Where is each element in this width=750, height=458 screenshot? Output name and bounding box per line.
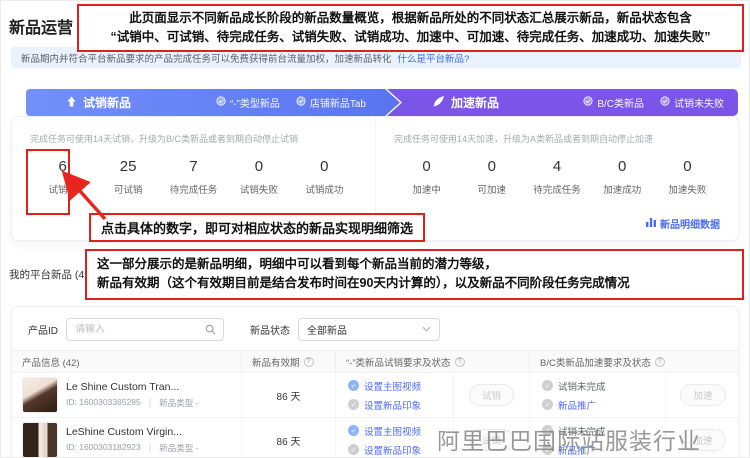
product-thumbnail (22, 422, 58, 458)
stats-annotation-box: 点击具体的数字，即可对相应状态的新品实现明细筛选 (89, 213, 425, 242)
arrow-up-launch-icon (66, 96, 77, 110)
my-platform-products-title: 我的平台新品 (42) (9, 267, 94, 282)
check-icon (348, 444, 359, 455)
product-id: ID: 1600303385285 (66, 397, 141, 409)
table-row: Le Shine Custom Tran... ID: 160030338528… (12, 373, 738, 418)
task-trial-incomplete: 试销未完成 (558, 379, 606, 393)
status-select[interactable]: 全部新品 (298, 318, 440, 341)
tab-accelerate-label: 加速新品 (451, 94, 499, 111)
check-icon (542, 380, 553, 391)
product-id-input[interactable] (75, 324, 199, 335)
stat-accel-failed[interactable]: 0加速失败 (655, 158, 720, 196)
col-validity: 新品有效期 (242, 351, 336, 372)
product-id: ID: 1600303182923 (66, 442, 141, 454)
filter-bar: 产品ID 新品状态 全部新品 (12, 307, 738, 350)
product-name[interactable]: LeShine Custom Virgin... (66, 426, 198, 438)
status-filter-label: 新品状态 (250, 322, 290, 337)
page-title: 新品运营 (9, 14, 73, 38)
stat-trial-failed[interactable]: 0试销失败 (226, 158, 291, 196)
stat-accel-in-progress[interactable]: 0加速中 (394, 158, 459, 196)
stat-accel-available[interactable]: 0可加速 (459, 158, 524, 196)
check-icon (348, 380, 359, 391)
product-type: 新品类型 - (159, 397, 198, 409)
status-select-value: 全部新品 (307, 322, 347, 337)
help-icon[interactable] (455, 357, 465, 367)
check-icon (348, 425, 359, 436)
trial-button[interactable]: 试销 (469, 384, 514, 406)
col-product-info: 产品信息 (42) (12, 351, 242, 372)
detail-link-label: 新品明细数据 (660, 216, 720, 231)
product-id-label: 产品ID (28, 322, 58, 337)
product-type: 新品类型 - (159, 442, 198, 454)
check-circle-icon (583, 96, 593, 109)
check-circle-icon (660, 96, 670, 109)
col-trial-requirements: “-”类新品试销要求及状态 (336, 351, 530, 372)
product-name[interactable]: Le Shine Custom Tran... (66, 381, 198, 393)
task-set-main-video[interactable]: 设置主图视频 (364, 424, 421, 438)
tag-dash-type-new-product: “-”类型新品 (216, 95, 280, 110)
product-thumbnail (22, 377, 58, 413)
chevron-down-icon (422, 324, 431, 335)
accel-tasks-cell: 试销未完成 新品推广 (530, 373, 666, 417)
search-icon[interactable] (205, 324, 216, 338)
check-icon (348, 399, 359, 410)
info-banner-text: 新品期内并符合平台新品要求的产品完成任务可以免费获得前台流量加权，加速新品转化 (21, 51, 392, 65)
top-annotation-line2: “试销中、可试销、待完成任务、试销失败、试销成功、加速中、可加速、待完成任务、加… (85, 28, 736, 47)
products-annotation-box: 这一部分展示的是新品明细，明细中可以看到每个新品当前的潜力等级， 新品有效期（这… (85, 249, 744, 300)
validity-cell: 86 天 (242, 418, 336, 458)
bar-chart-icon (646, 217, 656, 230)
products-annotation-line2: 新品有效期（这个有效期目前是结合发布时间在90天内计算的），以及新品不同阶段任务… (97, 274, 732, 293)
rocket-icon (433, 95, 445, 110)
accelerate-button[interactable]: 加速 (680, 384, 725, 406)
stat-accel-succeeded[interactable]: 0加速成功 (590, 158, 655, 196)
trial-stats-hint: 完成任务可使用14天试销，升级为B/C类新品或者到期自动停止试销 (30, 132, 357, 145)
stat-trial-available[interactable]: 25可试销 (95, 158, 160, 196)
stat-trial-in-progress[interactable]: 6试销中 (30, 158, 95, 196)
check-circle-icon (216, 96, 226, 109)
trial-tasks-cell: 设置主图视频 设置新品印象 (336, 373, 454, 417)
top-annotation-line1: 此页面显示不同新品成长阶段的新品数量概览，根据新品所处的不同状态汇总展示新品，新… (85, 9, 736, 28)
stat-trial-pending-tasks[interactable]: 7待完成任务 (161, 158, 226, 196)
tag-label: B/C类新品 (597, 95, 644, 110)
task-set-impression[interactable]: 设置新品印象 (364, 443, 421, 457)
product-id-input-wrap (66, 318, 224, 341)
task-new-product-promotion[interactable]: 新品推广 (558, 398, 596, 412)
accelerate-stats-hint: 完成任务可使用14天加速，升级为A类新品或者到期自动停止加速 (394, 132, 720, 145)
accel-button-cell: 加速 (666, 373, 739, 417)
tab-trial-new-products[interactable]: 试销新品 “-”类型新品 店铺新品Tab (26, 89, 400, 116)
tag-label: 店铺新品Tab (310, 95, 366, 110)
check-circle-icon (296, 96, 306, 109)
stat-accel-pending-tasks[interactable]: 4待完成任务 (524, 158, 589, 196)
validity-cell: 86 天 (242, 373, 336, 417)
help-icon[interactable] (304, 357, 314, 367)
top-annotation-box: 此页面显示不同新品成长阶段的新品数量概览，根据新品所处的不同状态汇总展示新品，新… (77, 4, 744, 52)
stat-trial-succeeded[interactable]: 0试销成功 (292, 158, 357, 196)
tag-trial-not-failed: 试销未失败 (660, 95, 724, 110)
what-is-platform-new-product-link[interactable]: 什么是平台新品? (398, 51, 470, 65)
product-info-cell: LeShine Custom Virgin... ID: 16003031829… (12, 418, 242, 458)
task-set-main-video[interactable]: 设置主图视频 (364, 379, 421, 393)
tab-trial-label: 试销新品 (83, 94, 131, 111)
watermark: 阿里巴巴国际站服装行业 (437, 422, 701, 456)
task-set-impression[interactable]: 设置新品印象 (364, 398, 421, 412)
products-annotation-line1: 这一部分展示的是新品明细，明细中可以看到每个新品当前的潜力等级， (97, 255, 732, 274)
help-icon[interactable] (655, 357, 665, 367)
tag-label: “-”类型新品 (230, 95, 280, 110)
col-accel-requirements: B/C类新品加速要求及状态 (530, 351, 739, 372)
tab-accelerate-new-products[interactable]: 加速新品 B/C类新品 试销未失败 (387, 89, 738, 116)
product-info-cell: Le Shine Custom Tran... ID: 160030338528… (12, 373, 242, 417)
tag-store-new-product-tab: 店铺新品Tab (296, 95, 366, 110)
trial-button-cell: 试销 (454, 373, 530, 417)
tag-bc-class-new-product: B/C类新品 (583, 95, 644, 110)
tag-label: 试销未失败 (674, 95, 724, 110)
new-product-detail-data-link[interactable]: 新品明细数据 (646, 216, 720, 231)
new-product-operations-page: 新品运营 此页面显示不同新品成长阶段的新品数量概览，根据新品所处的不同状态汇总展… (0, 0, 750, 458)
table-header-row: 产品信息 (42) 新品有效期 “-”类新品试销要求及状态 B/C类新品加速要求… (12, 350, 738, 373)
check-icon (542, 399, 553, 410)
